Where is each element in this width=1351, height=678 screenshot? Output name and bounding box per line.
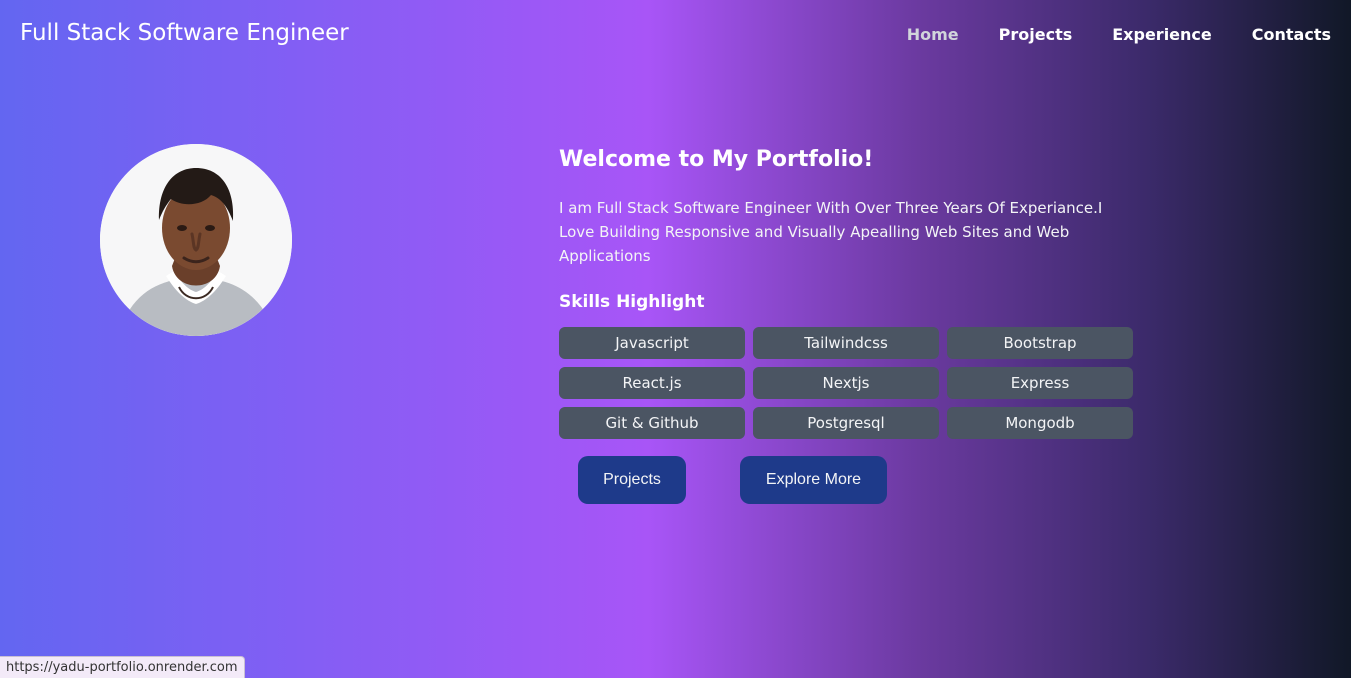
- skill-nextjs: Nextjs: [753, 367, 939, 399]
- hero-actions: Projects Explore More: [578, 456, 887, 504]
- nav-home[interactable]: Home: [907, 25, 959, 44]
- skill-tailwindcss: Tailwindcss: [753, 327, 939, 359]
- bio-text: I am Full Stack Software Engineer With O…: [559, 199, 1103, 265]
- nav-links: Home Projects Experience Contacts: [907, 25, 1331, 44]
- welcome-heading: Welcome to My Portfolio!: [559, 147, 874, 172]
- top-navigation: Full Stack Software Engineer Home Projec…: [0, 0, 1351, 70]
- skills-grid: Javascript Tailwindcss Bootstrap React.j…: [559, 327, 1139, 439]
- skill-reactjs: React.js: [559, 367, 745, 399]
- status-url: https://yadu-portfolio.onrender.com: [0, 656, 245, 678]
- nav-projects[interactable]: Projects: [999, 25, 1073, 44]
- nav-experience[interactable]: Experience: [1112, 25, 1212, 44]
- skill-postgresql: Postgresql: [753, 407, 939, 439]
- nav-contacts[interactable]: Contacts: [1252, 25, 1331, 44]
- portfolio-intro: Welcome to My Portfolio! I am Full Stack…: [559, 144, 1139, 439]
- skill-git-github: Git & Github: [559, 407, 745, 439]
- projects-button[interactable]: Projects: [578, 456, 686, 504]
- profile-photo-icon: [100, 144, 292, 336]
- skill-bootstrap: Bootstrap: [947, 327, 1133, 359]
- skill-javascript: Javascript: [559, 327, 745, 359]
- explore-more-button[interactable]: Explore More: [740, 456, 887, 504]
- profile-avatar: [100, 144, 292, 336]
- skill-mongodb: Mongodb: [947, 407, 1133, 439]
- skills-heading: Skills Highlight: [559, 292, 705, 312]
- skill-express: Express: [947, 367, 1133, 399]
- brand-title[interactable]: Full Stack Software Engineer: [20, 20, 349, 46]
